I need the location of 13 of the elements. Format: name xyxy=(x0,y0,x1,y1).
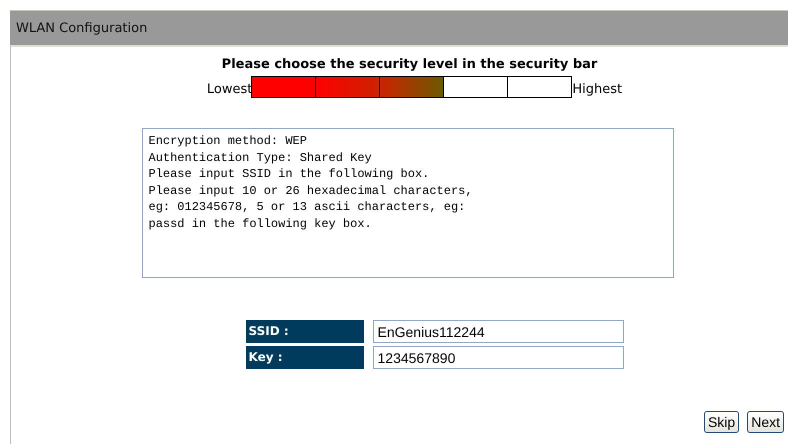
security-segment[interactable] xyxy=(507,76,572,98)
input-field[interactable]: EnGenius112244 xyxy=(372,320,624,343)
wizard-button[interactable]: Skip xyxy=(704,411,740,433)
input-field[interactable]: 1234567890 xyxy=(372,346,624,369)
security-segment[interactable] xyxy=(443,76,508,98)
info-text-box: Encryption method: WEP Authentication Type: Shared Key Please input SSID in the following box. Please input 10 or 26 hexadecimal characters, eg: 012345678, 5 or 13 ascii characters, eg: passd in the following key box. xyxy=(142,128,674,278)
field-label: SSID : xyxy=(246,320,364,343)
lowest-label: Lowest xyxy=(206,82,252,98)
highest-label: Highest xyxy=(572,82,622,98)
window-title: WLAN Configuration xyxy=(16,20,148,36)
field-label: Key : xyxy=(246,346,364,369)
wizard-button[interactable]: Next xyxy=(747,411,784,433)
heading: Please choose the security level in the security bar xyxy=(222,57,598,72)
